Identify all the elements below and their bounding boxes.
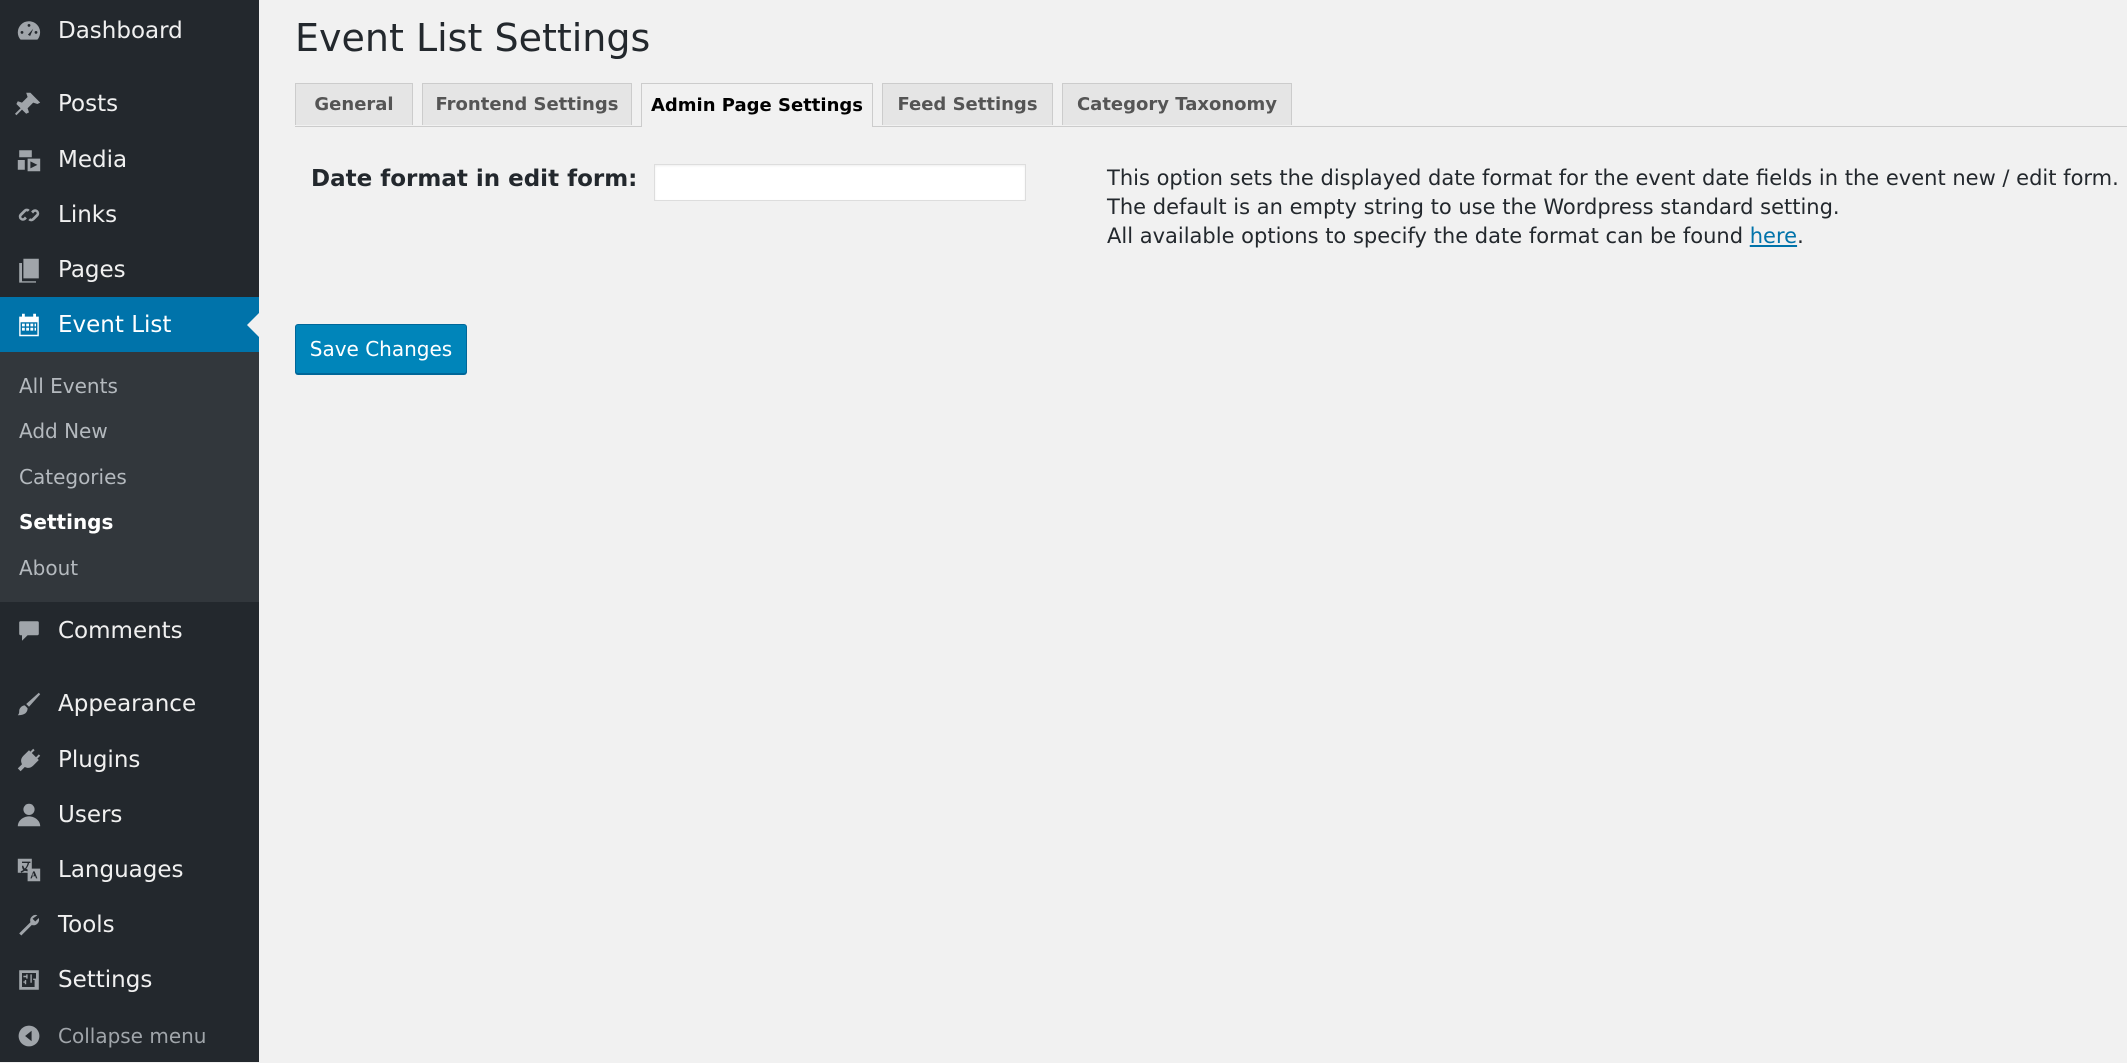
collapse-menu-label: Collapse menu [58,1023,207,1048]
sidebar-item-dashboard[interactable]: Dashboard [0,3,259,58]
collapse-menu-button[interactable]: Collapse menu [0,1008,259,1063]
tab-general[interactable]: General [295,83,413,125]
translate-icon [14,855,44,885]
description-line-2: The default is an empty string to use th… [1107,195,1840,219]
sidebar-item-settings[interactable]: Settings [0,952,259,1007]
tab-feed-settings[interactable]: Feed Settings [882,83,1053,125]
sidebar-item-users[interactable]: Users [0,787,259,842]
link-icon [14,200,44,230]
sidebar-item-label: Users [58,801,123,828]
submenu-categories[interactable]: Categories [19,465,127,489]
media-icon [14,145,44,175]
brush-icon [14,689,44,719]
tab-category-taxonomy[interactable]: Category Taxonomy [1062,83,1292,125]
sidebar-item-label: Pages [58,256,126,283]
sidebar-item-label: Event List [58,311,172,338]
sidebar-item-tools[interactable]: Tools [0,897,259,952]
sidebar-item-label: Settings [58,966,153,993]
admin-sidebar: Dashboard Posts Media Links Pages Event … [0,0,259,1062]
field-description: This option sets the displayed date form… [1107,164,2119,251]
calendar-icon [14,310,44,340]
sidebar-item-label: Comments [58,617,183,644]
description-line-3-end: . [1797,224,1804,248]
date-format-input[interactable] [654,164,1026,201]
page-title: Event List Settings [295,16,651,60]
sidebar-item-label: Posts [58,90,119,117]
sidebar-item-posts[interactable]: Posts [0,76,259,131]
submenu-add-new[interactable]: Add New [19,419,108,443]
sidebar-item-label: Media [58,146,128,173]
user-icon [14,800,44,830]
submenu-about[interactable]: About [19,556,78,580]
event-list-submenu: All Events Add New Categories Settings A… [0,352,259,602]
pages-icon [14,255,44,285]
sidebar-item-plugins[interactable]: Plugins [0,732,259,787]
description-line-3: All available options to specify the dat… [1107,222,2119,251]
save-changes-button[interactable]: Save Changes [295,324,467,374]
wrench-icon [14,910,44,940]
submenu-settings[interactable]: Settings [19,510,113,534]
dashboard-icon [14,16,44,46]
sidebar-item-label: Plugins [58,746,141,773]
sidebar-item-comments[interactable]: Comments [0,603,259,658]
sidebar-item-label: Dashboard [58,17,183,44]
description-line-3-text: All available options to specify the dat… [1107,224,1750,248]
sidebar-item-label: Languages [58,856,184,883]
sidebar-item-label: Links [58,201,118,228]
sidebar-item-label: Tools [58,911,115,938]
sidebar-item-event-list[interactable]: Event List [0,297,259,352]
date-format-docs-link[interactable]: here [1750,224,1797,248]
collapse-icon [14,1021,44,1051]
sidebar-item-media[interactable]: Media [0,132,259,187]
tab-admin-page-settings[interactable]: Admin Page Settings [641,83,873,127]
plug-icon [14,745,44,775]
date-format-label: Date format in edit form: [311,166,638,192]
submenu-all-events[interactable]: All Events [19,374,118,398]
settings-tabs: General Frontend Settings Admin Page Set… [295,83,2127,127]
sidebar-item-appearance[interactable]: Appearance [0,676,259,731]
main-content: Event List Settings General Frontend Set… [259,0,2127,1062]
sidebar-item-languages[interactable]: Languages [0,842,259,897]
sidebar-item-label: Appearance [58,690,197,717]
tab-frontend-settings[interactable]: Frontend Settings [422,83,632,125]
description-line-1: This option sets the displayed date form… [1107,166,2119,190]
sliders-icon [14,965,44,995]
sidebar-item-pages[interactable]: Pages [0,242,259,297]
sidebar-item-links[interactable]: Links [0,187,259,242]
comment-icon [14,616,44,646]
pin-icon [14,89,44,119]
